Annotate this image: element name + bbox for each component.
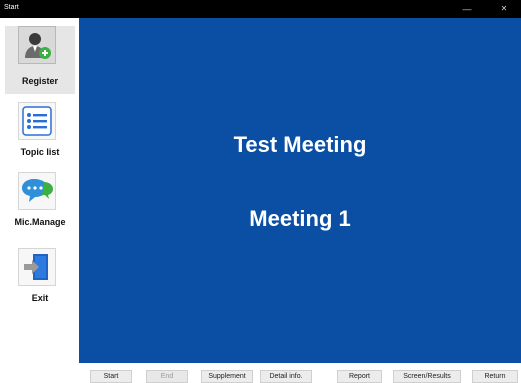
meeting-name: Meeting 1 [249,206,351,231]
supplement-button[interactable]: Supplement [201,370,253,383]
minimize-button[interactable]: — [457,2,477,16]
exit-door-icon [24,254,48,280]
return-button[interactable]: Return [472,370,518,383]
sidebar-item-label: Register [21,76,58,86]
start-button[interactable]: Start [90,370,132,383]
window-title: Start [4,4,19,11]
sidebar-item-register[interactable]: Register [5,26,75,94]
sidebar-item-label: Topic list [20,147,60,157]
sidebar: Register Topic list Mic.Manage Exit [0,18,79,383]
list-icon [22,106,52,136]
sidebar-item-label: Mic.Manage [14,217,66,227]
register-tile[interactable] [18,26,56,64]
bottom-toolbar: Start End Supplement Detail info. Report… [79,363,521,383]
person-add-icon [25,33,51,59]
sidebar-item-label: Exit [31,293,49,303]
title-bar: Start — ✕ [0,0,521,18]
chat-bubbles-icon [22,179,53,202]
mic-manage-tile[interactable] [18,172,56,210]
detail-info-button[interactable]: Detail info. [260,370,312,383]
meeting-title: Test Meeting [233,132,367,157]
meeting-display-panel: Test Meeting Meeting 1 [79,18,521,363]
exit-tile[interactable] [18,248,56,286]
screen-results-button[interactable]: Screen/Results [393,370,461,383]
end-button[interactable]: End [146,370,188,383]
report-button[interactable]: Report [337,370,382,383]
close-button[interactable]: ✕ [494,2,514,16]
topic-list-tile[interactable] [18,102,56,140]
